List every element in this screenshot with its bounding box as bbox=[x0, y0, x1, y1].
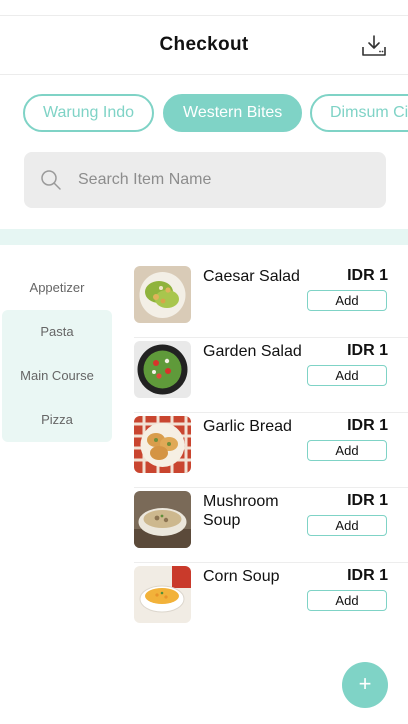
item-name: Mushroom Soup bbox=[203, 493, 279, 529]
item-price: IDR 1 bbox=[347, 492, 388, 509]
app-header: Checkout bbox=[0, 16, 408, 75]
page-title: Checkout bbox=[159, 34, 249, 55]
corn-soup-image bbox=[134, 566, 191, 623]
menu-item-list: Caesar Salad IDR 1 Add Garden Salad IDR … bbox=[134, 263, 408, 638]
item-price: IDR 1 bbox=[347, 267, 388, 284]
menu-item: Corn Soup IDR 1 Add bbox=[134, 563, 408, 638]
restaurant-tabs: Warung Indo Western Bites Dimsum Ci bbox=[0, 94, 408, 132]
menu-item: Garlic Bread IDR 1 Add bbox=[134, 413, 408, 488]
category-pasta[interactable]: Pasta bbox=[2, 310, 112, 354]
category-group: Pasta Main Course Pizza bbox=[2, 310, 112, 442]
menu-item: Caesar Salad IDR 1 Add bbox=[134, 263, 408, 338]
item-name: Caesar Salad bbox=[203, 268, 300, 285]
item-price: IDR 1 bbox=[347, 342, 388, 359]
add-button[interactable]: Add bbox=[307, 590, 387, 611]
add-button[interactable]: Add bbox=[307, 515, 387, 536]
category-sidebar: Appetizer Pasta Main Course Pizza bbox=[2, 266, 112, 442]
garden-salad-image bbox=[134, 341, 191, 398]
category-appetizer[interactable]: Appetizer bbox=[2, 266, 112, 310]
add-button[interactable]: Add bbox=[307, 365, 387, 386]
item-price: IDR 1 bbox=[347, 567, 388, 584]
menu-item: Garden Salad IDR 1 Add bbox=[134, 338, 408, 413]
category-pizza[interactable]: Pizza bbox=[2, 398, 112, 442]
item-name: Garden Salad bbox=[203, 343, 302, 360]
item-name: Garlic Bread bbox=[203, 418, 292, 435]
tab-warung-indo[interactable]: Warung Indo bbox=[23, 94, 155, 132]
add-button[interactable]: Add bbox=[307, 290, 387, 311]
garlic-bread-image bbox=[134, 416, 191, 473]
search-icon bbox=[40, 169, 62, 191]
add-button[interactable]: Add bbox=[307, 440, 387, 461]
item-name: Corn Soup bbox=[203, 568, 280, 585]
caesar-salad-image bbox=[134, 266, 191, 323]
mushroom-soup-image bbox=[134, 491, 191, 548]
download-tray-icon[interactable] bbox=[360, 33, 388, 59]
add-fab-button[interactable]: + bbox=[342, 662, 388, 708]
item-price: IDR 1 bbox=[347, 417, 388, 434]
search-bar bbox=[24, 152, 386, 208]
section-divider-band bbox=[0, 229, 408, 245]
tab-dimsum[interactable]: Dimsum Ci bbox=[310, 94, 408, 132]
search-input[interactable] bbox=[78, 152, 368, 208]
tab-western-bites[interactable]: Western Bites bbox=[163, 94, 303, 132]
menu-item: Mushroom Soup IDR 1 Add bbox=[134, 488, 408, 563]
category-main-course[interactable]: Main Course bbox=[2, 354, 112, 398]
